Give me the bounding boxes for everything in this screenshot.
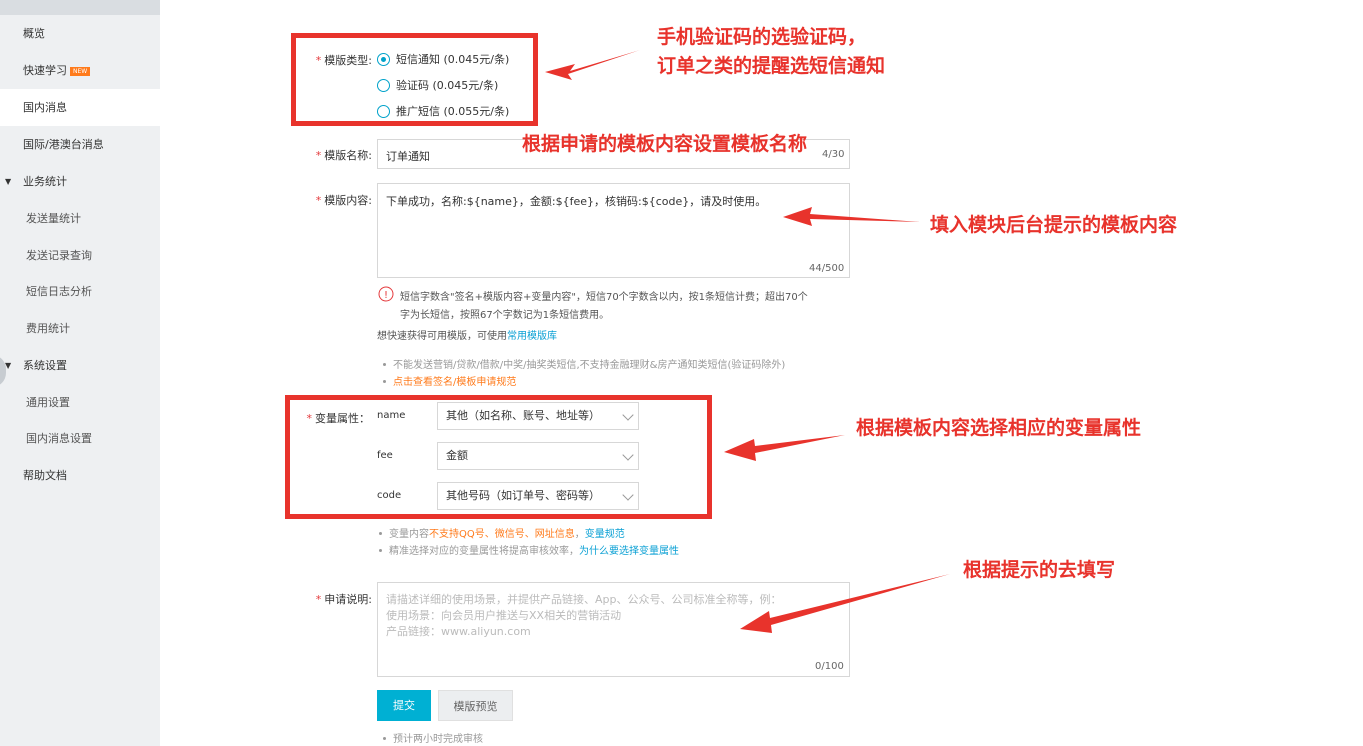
arrow-icon [740, 574, 950, 633]
annotation-arrows [545, 50, 950, 633]
arrow-icon [724, 435, 845, 461]
arrow-icon [545, 50, 640, 80]
arrow-icon [783, 207, 920, 226]
